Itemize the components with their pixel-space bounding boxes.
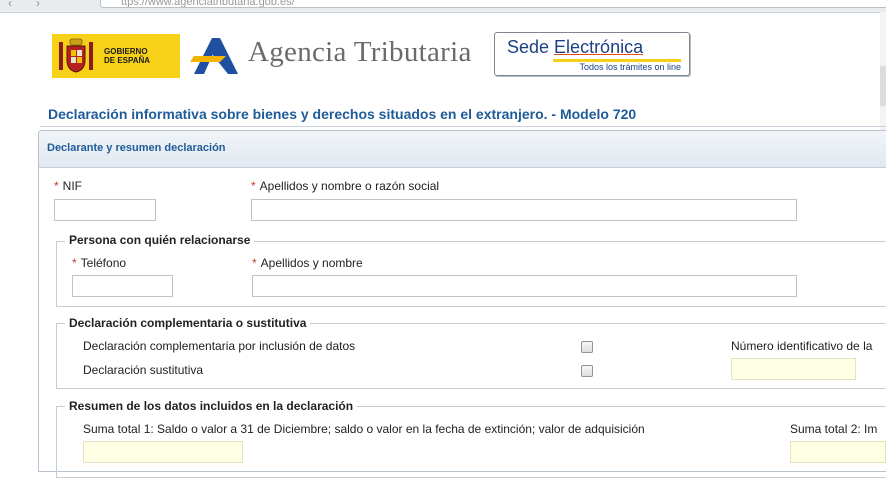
persona-fieldset	[56, 241, 886, 307]
complementaria-legend: Declaración complementaria o sustitutiva	[65, 316, 311, 330]
sustitutiva-option-label: Declaración sustitutiva	[83, 363, 204, 377]
gobierno-text: GOBIERNO DE ESPAÑA	[104, 47, 151, 65]
sede-electronica-link[interactable]: Sede Electrónica Todos los trámites on l…	[494, 32, 690, 76]
agencia-tributaria-icon[interactable]	[190, 34, 242, 78]
suma-total-1-input[interactable]	[83, 441, 243, 463]
numero-identificativo-label: Número identificativo de la	[731, 339, 873, 353]
back-arrow-icon[interactable]: ‹	[8, 0, 12, 10]
sede-tagline: Todos los trámites on line	[579, 62, 681, 72]
required-asterisk: *	[72, 256, 77, 270]
required-asterisk: *	[251, 179, 256, 193]
resumen-legend: Resumen de los datos incluidos en la dec…	[65, 399, 358, 413]
nif-label: * NIF	[54, 179, 83, 193]
required-asterisk: *	[252, 256, 257, 270]
telefono-input[interactable]	[72, 275, 173, 297]
gobierno-espana-logo[interactable]: GOBIERNO DE ESPAÑA	[52, 34, 180, 78]
suma-total-2-input[interactable]	[790, 441, 886, 463]
persona-nombre-label: * Apellidos y nombre	[252, 256, 363, 270]
numero-identificativo-input[interactable]	[731, 358, 856, 380]
sustitutiva-checkbox[interactable]	[581, 365, 593, 377]
persona-legend: Persona con quién relacionarse	[65, 233, 255, 247]
razon-social-label: * Apellidos y nombre o razón social	[251, 179, 440, 193]
coat-of-arms-icon	[56, 36, 96, 76]
address-bar-url: ttps://www.agenciatributaria.gob.es/	[121, 0, 295, 8]
address-bar[interactable]: ttps://www.agenciatributaria.gob.es/	[100, 0, 886, 8]
nif-input[interactable]	[54, 199, 156, 221]
sede-electronica-title: Sede Electrónica	[507, 37, 644, 57]
persona-nombre-input[interactable]	[252, 275, 797, 297]
browser-toolbar: ‹ › ttps://www.agenciatributaria.gob.es/	[0, 0, 886, 13]
agencia-tributaria-title[interactable]: Agencia Tributaria	[248, 36, 472, 69]
suma-total-1-label: Suma total 1: Saldo o valor a 31 de Dici…	[83, 422, 645, 436]
required-asterisk: *	[54, 179, 59, 193]
scrollbar-thumb[interactable]	[880, 66, 886, 106]
telefono-label: * Teléfono	[72, 256, 127, 270]
panel-title: Declarante y resumen declaración	[47, 142, 226, 154]
title-divider	[40, 126, 886, 127]
page-title: Declaración informativa sobre bienes y d…	[48, 106, 637, 122]
forward-arrow-icon[interactable]: ›	[36, 0, 40, 10]
suma-total-2-label: Suma total 2: Im	[790, 422, 878, 436]
panel-header: Declarante y resumen declaración	[39, 131, 886, 168]
razon-social-input[interactable]	[251, 199, 797, 221]
complementaria-option-label: Declaración complementaria por inclusión…	[83, 339, 356, 353]
complementaria-checkbox[interactable]	[581, 341, 593, 353]
